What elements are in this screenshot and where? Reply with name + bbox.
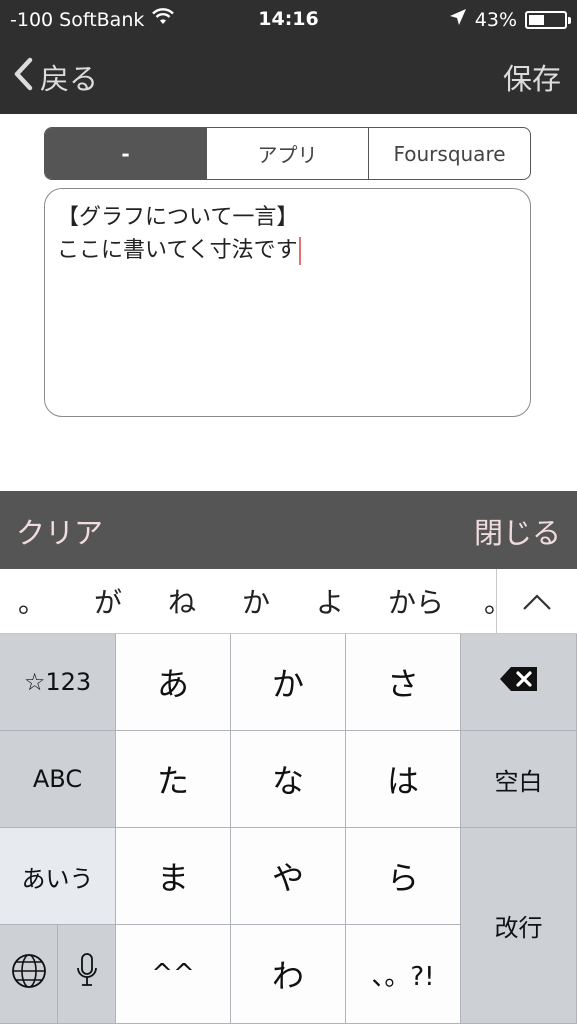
key-na[interactable]: な [231,731,346,828]
app-root: -100 SoftBank 14:16 43% 戻る 保存 - アプリ Four… [0,0,577,1024]
navigation-bar: 戻る 保存 [0,38,577,114]
globe-key[interactable] [0,925,58,1024]
candidate-item[interactable]: から [388,581,444,621]
space-key[interactable]: 空白 [461,731,577,828]
text-caret [298,237,301,265]
segment-app[interactable]: アプリ [207,128,369,179]
chevron-up-icon [522,585,552,618]
key-sa[interactable]: さ [346,634,461,731]
battery-icon [525,10,571,29]
category-segmented-control: - アプリ Foursquare [44,127,531,180]
key-ha[interactable]: は [346,731,461,828]
segment-none[interactable]: - [45,128,207,179]
key-ya[interactable]: や [231,828,346,925]
microphone-key[interactable] [58,925,116,1024]
candidate-bar: 。 が ね か よ から 。 [0,569,577,634]
backspace-icon [499,666,539,698]
save-button[interactable]: 保存 [503,56,561,98]
kana-mode-key[interactable]: あいう [0,828,116,925]
note-line-1: 【グラフについて一言】 [57,205,299,230]
battery-percent: 43% [474,8,517,31]
key-ma[interactable]: ま [116,828,231,925]
candidate-item[interactable]: ね [168,581,196,621]
clear-button[interactable]: クリア [16,510,103,552]
symbols-key[interactable]: ☆123 [0,634,116,731]
status-bar: -100 SoftBank 14:16 43% [0,0,577,38]
key-a[interactable]: あ [116,634,231,731]
microphone-icon [76,952,98,996]
note-line-2: ここに書いてく寸法です [57,238,298,263]
close-keyboard-button[interactable]: 閉じる [474,510,561,552]
location-arrow-icon [449,8,467,31]
emoticon-key[interactable]: ^^ [116,925,231,1024]
key-ra[interactable]: ら [346,828,461,925]
delete-key[interactable] [461,634,577,731]
chevron-left-icon [12,57,34,98]
punctuation-key[interactable]: 、。?! [346,925,461,1024]
status-right: 43% [449,8,571,31]
note-text-area[interactable]: 【グラフについて一言】 ここに書いてく寸法です [44,188,531,417]
keyboard-accessory-bar: クリア 閉じる [0,491,577,569]
abc-key[interactable]: ABC [0,731,116,828]
note-line-2-wrap: ここに書いてく寸法です [57,234,518,267]
back-button[interactable]: 戻る [12,56,98,98]
back-label: 戻る [40,62,99,96]
segment-foursquare[interactable]: Foursquare [369,128,530,179]
battery-fill [529,14,544,25]
globe-icon [11,953,47,995]
candidate-item[interactable]: か [242,581,270,621]
candidate-item[interactable]: よ [316,581,344,621]
expand-candidates-button[interactable] [496,569,577,634]
key-ta[interactable]: た [116,731,231,828]
kana-keyboard: ☆123 あ か さ ABC た な は 空白 あいう ま や ら 改行 ^^ … [0,634,577,1024]
candidate-item[interactable]: が [94,581,122,621]
candidate-item[interactable]: 。 [18,581,46,621]
return-key[interactable]: 改行 [461,828,577,1024]
key-wa[interactable]: わ [231,925,346,1024]
key-ka[interactable]: か [231,634,346,731]
